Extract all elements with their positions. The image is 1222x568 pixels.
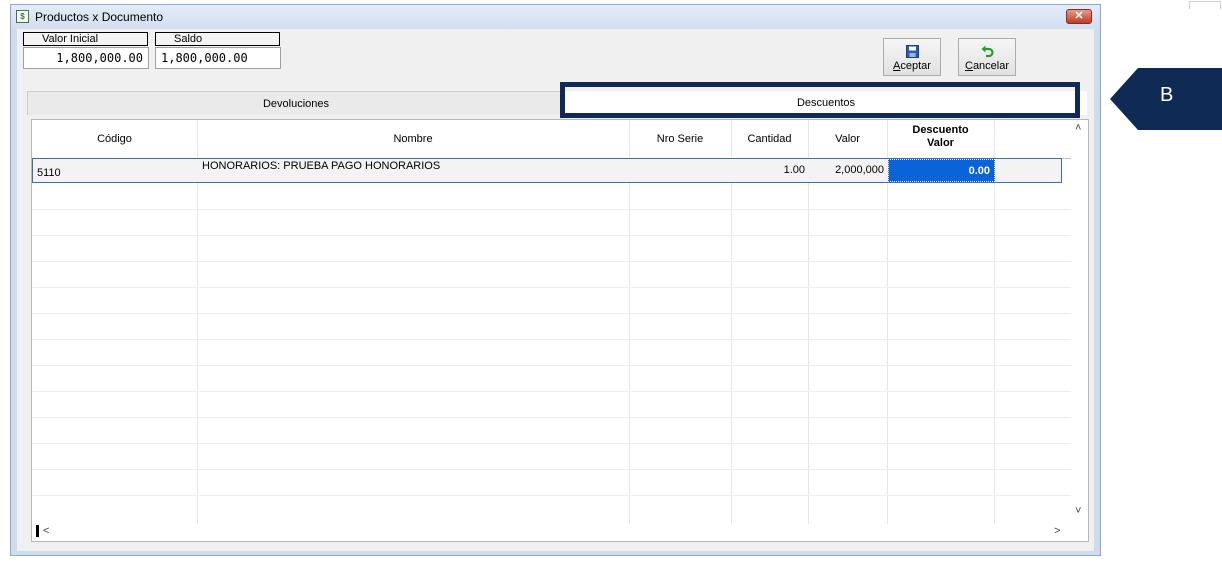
- save-icon: [905, 45, 919, 58]
- aceptar-label: ceptar: [900, 60, 931, 72]
- grid-line: [32, 287, 1072, 288]
- cell-valor[interactable]: 2,000,000: [809, 159, 888, 182]
- grid-line: [32, 313, 1072, 314]
- grid-line: [32, 339, 1072, 340]
- table-row[interactable]: 5110 HONORARIOS: PRUEBA PAGO HONORARIOS …: [32, 158, 1062, 183]
- saldo-value: 1,800,000.00: [155, 47, 281, 69]
- cell-cantidad[interactable]: 1.00: [732, 159, 809, 182]
- grid-line: [32, 469, 1072, 470]
- app-icon: $: [16, 10, 29, 23]
- tab-devoluciones[interactable]: Devoluciones: [27, 91, 565, 115]
- column-header-descuento-valor[interactable]: Descuento Valor: [887, 120, 994, 158]
- grid-line: [32, 495, 1072, 496]
- grid-line: [32, 443, 1072, 444]
- column-header-codigo[interactable]: Código: [32, 120, 197, 158]
- horizontal-scrollbar[interactable]: < >: [32, 524, 1072, 541]
- saldo-label: Saldo: [155, 32, 280, 46]
- undo-icon: [981, 45, 994, 58]
- aceptar-button[interactable]: Aceptar: [883, 38, 941, 76]
- title-bar: $ Productos x Documento ✕: [11, 5, 1100, 29]
- highlight-frame: [560, 82, 1080, 118]
- close-button[interactable]: ✕: [1066, 9, 1092, 24]
- valor-inicial-label: Valor Inicial: [23, 32, 148, 46]
- callout-label: B: [1160, 84, 1174, 106]
- cell-nombre[interactable]: HONORARIOS: PRUEBA PAGO HONORARIOS: [198, 159, 630, 182]
- vertical-scrollbar[interactable]: ˄ ˅: [1071, 120, 1088, 525]
- products-grid: Código Nombre Nro Serie Cantidad Valor D…: [31, 119, 1089, 542]
- cancelar-accel: C: [964, 60, 973, 72]
- grid-line: [32, 365, 1072, 366]
- column-header-cantidad[interactable]: Cantidad: [731, 120, 808, 158]
- cell-descuento-valor[interactable]: 0.00: [888, 159, 995, 182]
- column-header-nro-serie[interactable]: Nro Serie: [629, 120, 731, 158]
- grid-line: [32, 391, 1072, 392]
- grid-header: Código Nombre Nro Serie Cantidad Valor D…: [32, 120, 1072, 159]
- corner-mark: [1189, 1, 1221, 9]
- grid-line: [32, 235, 1072, 236]
- grid-line: [32, 209, 1072, 210]
- column-header-valor[interactable]: Valor: [808, 120, 887, 158]
- scroll-right-icon[interactable]: >: [1054, 525, 1060, 537]
- cancelar-button[interactable]: Cancelar: [958, 38, 1016, 76]
- descuento-header-line1: Descuento: [912, 124, 969, 136]
- cell-nro-serie[interactable]: [630, 159, 732, 182]
- grid-line: [32, 417, 1072, 418]
- cell-codigo[interactable]: 5110: [33, 159, 198, 182]
- descuento-header-line2: Valor: [927, 137, 954, 149]
- scroll-down-icon[interactable]: ˅: [1075, 505, 1081, 517]
- scroll-up-icon[interactable]: ˄: [1075, 122, 1081, 134]
- cancelar-label: ancelar: [972, 60, 1010, 72]
- window-title: Productos x Documento: [35, 10, 164, 24]
- valor-inicial-value: 1,800,000.00: [23, 47, 149, 69]
- grid-line: [32, 261, 1072, 262]
- scroll-left-icon[interactable]: <: [36, 525, 49, 537]
- column-header-nombre[interactable]: Nombre: [197, 120, 629, 158]
